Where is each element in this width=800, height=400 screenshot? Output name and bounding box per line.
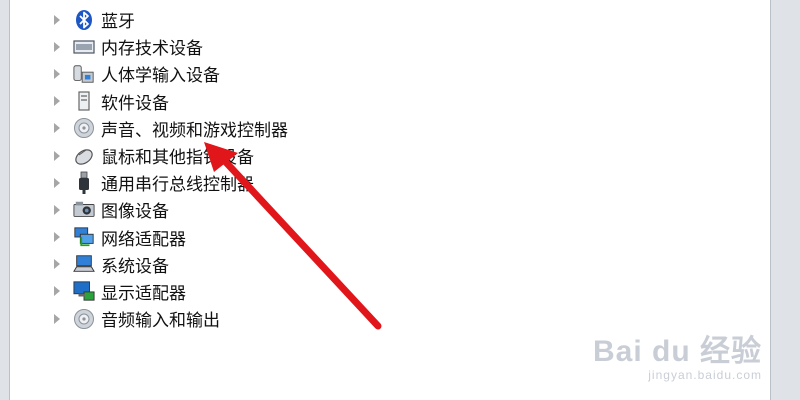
mouse-icon bbox=[73, 145, 95, 167]
memory-device-icon bbox=[73, 36, 95, 58]
usb-icon bbox=[73, 171, 95, 194]
tree-item-bluetooth[interactable]: 蓝牙 bbox=[48, 6, 748, 33]
tree-item-label: 系统设备 bbox=[101, 256, 169, 276]
tree-item-audio-io[interactable]: 音频输入和输出 bbox=[48, 305, 748, 332]
tree-item-label: 人体学输入设备 bbox=[101, 66, 220, 86]
audio-io-icon bbox=[73, 308, 95, 330]
window-frame-left bbox=[0, 0, 10, 400]
tree-item-label: 蓝牙 bbox=[101, 12, 135, 32]
watermark-url: jingyan.baidu.com bbox=[648, 368, 762, 382]
expand-arrow-icon[interactable] bbox=[54, 14, 60, 25]
tree-item-label: 鼠标和其他指针设备 bbox=[101, 148, 254, 168]
bluetooth-icon bbox=[73, 9, 95, 31]
hid-device-icon bbox=[73, 63, 95, 85]
tree-item-memory-technology[interactable]: 内存技术设备 bbox=[48, 33, 748, 60]
sound-video-game-icon bbox=[73, 117, 95, 139]
tree-item-system-devices[interactable]: 系统设备 bbox=[48, 251, 748, 278]
tree-item-label: 内存技术设备 bbox=[101, 39, 203, 59]
tree-item-label: 图像设备 bbox=[101, 202, 169, 222]
expand-arrow-icon[interactable] bbox=[54, 204, 60, 215]
expand-arrow-icon[interactable] bbox=[54, 41, 60, 52]
tree-item-label: 显示适配器 bbox=[101, 283, 186, 303]
tree-item-hid[interactable]: 人体学输入设备 bbox=[48, 60, 748, 87]
expand-arrow-icon[interactable] bbox=[54, 286, 60, 297]
tree-item-sound-video-game[interactable]: 声音、视频和游戏控制器 bbox=[48, 115, 748, 142]
expand-arrow-icon[interactable] bbox=[54, 123, 60, 134]
display-adapter-icon bbox=[73, 280, 95, 302]
tree-item-label: 通用串行总线控制器 bbox=[101, 175, 254, 195]
expand-arrow-icon[interactable] bbox=[54, 313, 60, 324]
software-device-icon bbox=[73, 90, 95, 112]
watermark: Bai du 经验 jingyan.baidu.com bbox=[593, 326, 762, 382]
tree-item-software-devices[interactable]: 软件设备 bbox=[48, 88, 748, 115]
tree-item-usb-controllers[interactable]: 通用串行总线控制器 bbox=[48, 169, 748, 196]
tree-item-mouse-pointing[interactable]: 鼠标和其他指针设备 bbox=[48, 142, 748, 169]
tree-item-label: 软件设备 bbox=[101, 93, 169, 113]
tree-item-network-adapters[interactable]: 网络适配器 bbox=[48, 224, 748, 251]
tree-item-label: 网络适配器 bbox=[101, 229, 186, 249]
expand-arrow-icon[interactable] bbox=[54, 150, 60, 161]
expand-arrow-icon[interactable] bbox=[54, 232, 60, 243]
network-adapter-icon bbox=[73, 226, 95, 248]
watermark-logo: Bai du 经验 bbox=[592, 335, 762, 368]
tree-item-imaging-devices[interactable]: 图像设备 bbox=[48, 196, 748, 223]
window-frame-right bbox=[770, 0, 800, 400]
device-tree: 蓝牙 内存技术设备 人体学输入设备 软件设备 声音、视频和游戏控制器 鼠标和其他… bbox=[48, 6, 748, 332]
expand-arrow-icon[interactable] bbox=[54, 259, 60, 270]
expand-arrow-icon[interactable] bbox=[54, 96, 60, 107]
tree-item-label: 音频输入和输出 bbox=[101, 311, 220, 331]
imaging-device-icon bbox=[73, 199, 95, 221]
expand-arrow-icon[interactable] bbox=[54, 177, 60, 188]
tree-item-label: 声音、视频和游戏控制器 bbox=[101, 120, 288, 140]
system-device-icon bbox=[73, 253, 95, 275]
tree-item-display-adapters[interactable]: 显示适配器 bbox=[48, 278, 748, 305]
expand-arrow-icon[interactable] bbox=[54, 68, 60, 79]
